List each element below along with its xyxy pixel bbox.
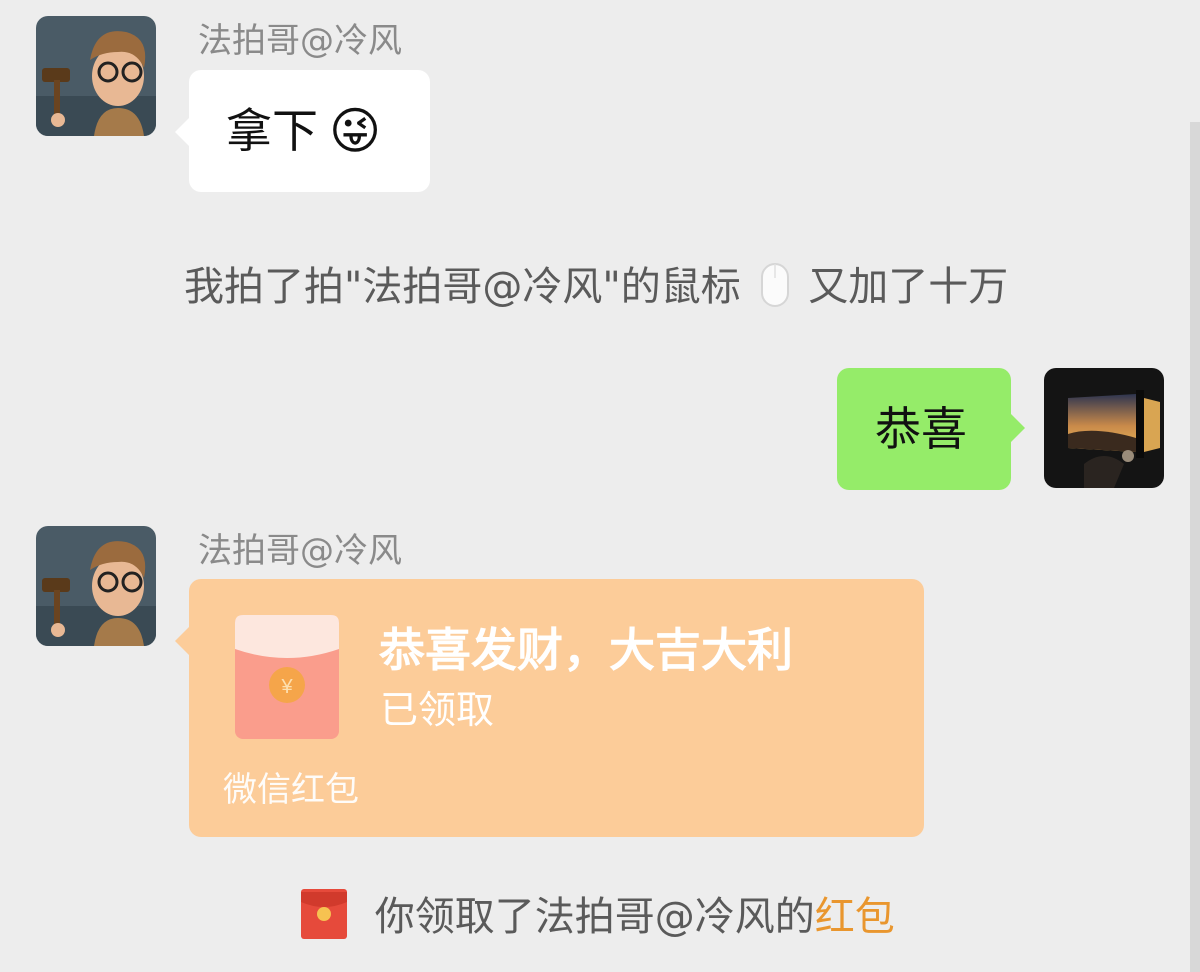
message-text: 拿下 (226, 104, 318, 158)
sender-avatar[interactable] (36, 16, 156, 136)
avatar-cartoon-gavel-icon (36, 526, 156, 646)
svg-text:¥: ¥ (280, 676, 293, 698)
red-envelope-title: 恭喜发财，大吉大利 (379, 623, 793, 677)
my-avatar[interactable] (1044, 368, 1164, 488)
message-bubble[interactable]: 拿下 😜 (175, 70, 430, 192)
avatar-car-window-sunset-icon (1044, 368, 1164, 488)
red-envelope-link[interactable]: 红包 (815, 894, 895, 940)
message-bubble-outgoing[interactable]: 恭喜 (837, 368, 1025, 490)
system-notice-text: 你领取了法拍哥@冷风的 (374, 894, 815, 940)
red-envelope-icon: ¥ (233, 609, 341, 741)
sender-name: 法拍哥@冷风 (198, 531, 402, 571)
winking-tongue-emoji: 😜 (329, 102, 382, 160)
red-envelope-card[interactable]: ¥ 恭喜发财，大吉大利 已领取 微信红包 (175, 579, 924, 837)
sender-name: 法拍哥@冷风 (198, 21, 402, 61)
red-envelope-footer-label: 微信红包 (223, 770, 359, 810)
message-text: 恭喜 (875, 402, 967, 456)
system-notice-redpacket: 你领取了法拍哥@冷风的红包 (300, 888, 895, 940)
system-notice-text: 我拍了拍"法拍哥@冷风"的鼠标 (184, 264, 741, 310)
red-envelope-small-icon (300, 888, 348, 940)
system-notice-pat: 我拍了拍"法拍哥@冷风"的鼠标 又加了十万 (184, 262, 1008, 308)
scrollbar[interactable] (1190, 122, 1200, 972)
red-envelope-status: 已领取 (380, 688, 495, 732)
system-notice-text-suffix: 又加了十万 (808, 264, 1009, 310)
mouse-icon (760, 262, 790, 308)
avatar-cartoon-gavel-icon (36, 16, 156, 136)
sender-avatar[interactable] (36, 526, 156, 646)
